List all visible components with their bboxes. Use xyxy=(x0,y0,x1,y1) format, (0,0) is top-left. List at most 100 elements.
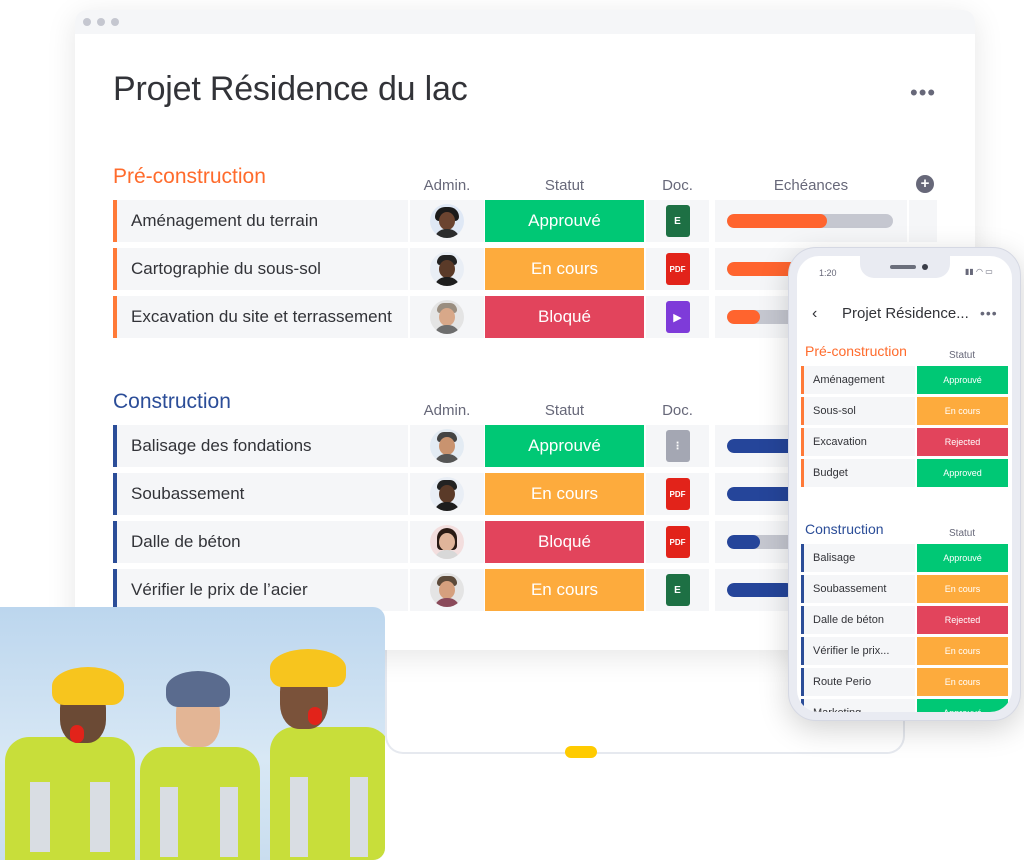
phone-status-label[interactable]: En cours xyxy=(917,637,1008,665)
admin-cell[interactable] xyxy=(410,200,484,242)
item-name[interactable]: Excavation du site et terrassement xyxy=(113,296,408,338)
admin-cell[interactable] xyxy=(410,296,484,338)
add-column-icon[interactable]: + xyxy=(916,175,934,193)
worker-figure xyxy=(250,607,385,860)
phone-list-item[interactable]: Excavation Rejected xyxy=(801,428,1008,456)
avatar xyxy=(430,204,464,238)
status-label[interactable]: Approuvé xyxy=(485,425,644,467)
doc-cell[interactable]: PDF xyxy=(646,248,709,290)
timeline-cell[interactable] xyxy=(715,200,907,242)
phone-status-label[interactable]: Approuvé xyxy=(917,699,1008,712)
phone-status-label[interactable]: Rejected xyxy=(917,606,1008,634)
doc-cell[interactable]: ⋮ xyxy=(646,425,709,467)
status-label[interactable]: Bloqué xyxy=(485,521,644,563)
avatar xyxy=(430,573,464,607)
workers-photo xyxy=(0,607,385,860)
phone-item-name[interactable]: Sous-sol xyxy=(801,397,915,425)
column-header-status: Statut xyxy=(544,177,585,194)
phone-status-label[interactable]: Approuvé xyxy=(917,366,1008,394)
phone-status-label[interactable]: En cours xyxy=(917,575,1008,603)
admin-cell[interactable] xyxy=(410,521,484,563)
avatar xyxy=(430,477,464,511)
item-name[interactable]: Cartographie du sous-sol xyxy=(113,248,408,290)
admin-cell[interactable] xyxy=(410,473,484,515)
phone-item-name[interactable]: Aménagement xyxy=(801,366,915,394)
phone-list-item[interactable]: Aménagement Approuvé xyxy=(801,366,1008,394)
phone-list-item[interactable]: Dalle de béton Rejected xyxy=(801,606,1008,634)
board-title: Projet Résidence du lac xyxy=(113,70,468,108)
phone-list-item[interactable]: Soubassement En cours xyxy=(801,575,1008,603)
back-arrow-icon[interactable]: ‹ xyxy=(812,305,817,323)
phone-column-header-status: Statut xyxy=(949,350,976,361)
phone-item-name[interactable]: Balisage xyxy=(801,544,915,572)
phone-list-item[interactable]: Budget Approved xyxy=(801,459,1008,487)
admin-cell[interactable] xyxy=(410,248,484,290)
admin-cell[interactable] xyxy=(410,569,484,611)
doc-cell[interactable]: E xyxy=(646,200,709,242)
phone-group-title[interactable]: Construction xyxy=(805,521,884,537)
phone-list-item[interactable]: Sous-sol En cours xyxy=(801,397,1008,425)
phone-item-name[interactable]: Route Perio xyxy=(801,668,915,696)
phone-list-item[interactable]: Balisage Approuvé xyxy=(801,544,1008,572)
item-name[interactable]: Soubassement xyxy=(113,473,408,515)
excel-file-icon: E xyxy=(665,574,690,606)
excel-file-icon: E xyxy=(665,205,690,237)
phone-list-item[interactable]: Marketing Approuvé xyxy=(801,699,1008,712)
doc-cell[interactable]: PDF xyxy=(646,521,709,563)
table-row[interactable]: Aménagement du terrain Approuvé E xyxy=(113,200,937,242)
pdf-file-icon: PDF xyxy=(665,478,690,510)
phone-item-name[interactable]: Soubassement xyxy=(801,575,915,603)
column-header-timeline: Echéances xyxy=(773,177,849,194)
phone-status-label[interactable]: Rejected xyxy=(917,428,1008,456)
column-header-admin: Admin. xyxy=(423,177,471,194)
avatar xyxy=(430,300,464,334)
window-dot-icon xyxy=(97,18,105,26)
timeline-fill xyxy=(727,583,794,597)
phone-list-item[interactable]: Route Perio En cours xyxy=(801,668,1008,696)
phone-status-label[interactable]: En cours xyxy=(917,397,1008,425)
column-header-status: Statut xyxy=(544,402,585,419)
phone-status-label[interactable]: Approuvé xyxy=(917,544,1008,572)
status-label[interactable]: En cours xyxy=(485,569,644,611)
phone-group-title[interactable]: Pré-construction xyxy=(805,343,907,359)
item-name[interactable]: Vérifier le prix de l’acier xyxy=(113,569,408,611)
status-label[interactable]: En cours xyxy=(485,473,644,515)
status-label[interactable]: Approuvé xyxy=(485,200,644,242)
phone-status-label[interactable]: En cours xyxy=(917,668,1008,696)
pdf-file-icon: PDF xyxy=(665,526,690,558)
column-header-doc: Doc. xyxy=(662,402,693,419)
admin-cell[interactable] xyxy=(410,425,484,467)
column-header-admin: Admin. xyxy=(423,402,471,419)
phone-item-name[interactable]: Excavation xyxy=(801,428,915,456)
timeline-fill xyxy=(727,535,761,549)
signal-wifi-battery-icon: ▮▮ ◠ ▭ xyxy=(965,267,993,276)
phone-notch xyxy=(860,256,950,278)
phone-item-name[interactable]: Dalle de béton xyxy=(801,606,915,634)
mobile-screen: 1:20 ▮▮ ◠ ▭ ‹ Projet Résidence... ••• Pr… xyxy=(797,256,1012,712)
more-options-icon[interactable]: ••• xyxy=(980,305,998,321)
status-label[interactable]: Bloqué xyxy=(485,296,644,338)
phone-list-item[interactable]: Vérifier le prix... En cours xyxy=(801,637,1008,665)
doc-cell[interactable]: PDF xyxy=(646,473,709,515)
avatar xyxy=(430,525,464,559)
doc-cell[interactable]: E xyxy=(646,569,709,611)
phone-status-label[interactable]: Approved xyxy=(917,459,1008,487)
mobile-device: 1:20 ▮▮ ◠ ▭ ‹ Projet Résidence... ••• Pr… xyxy=(788,247,1021,721)
phone-time: 1:20 xyxy=(819,268,837,278)
phone-item-name[interactable]: Marketing xyxy=(801,699,915,712)
group-title[interactable]: Pré-construction xyxy=(113,165,266,189)
worker-figure xyxy=(0,607,150,860)
status-label[interactable]: En cours xyxy=(485,248,644,290)
item-name[interactable]: Balisage des fondations xyxy=(113,425,408,467)
timeline-fill xyxy=(727,310,761,324)
group-title[interactable]: Construction xyxy=(113,390,231,414)
more-options-icon[interactable]: ••• xyxy=(910,80,936,106)
timeline-track xyxy=(727,214,893,228)
item-name[interactable]: Aménagement du terrain xyxy=(113,200,408,242)
phone-item-name[interactable]: Vérifier le prix... xyxy=(801,637,915,665)
column-header-doc: Doc. xyxy=(662,177,693,194)
phone-item-name[interactable]: Budget xyxy=(801,459,915,487)
connector-pill xyxy=(565,746,597,758)
doc-cell[interactable]: ▶ xyxy=(646,296,709,338)
item-name[interactable]: Dalle de béton xyxy=(113,521,408,563)
